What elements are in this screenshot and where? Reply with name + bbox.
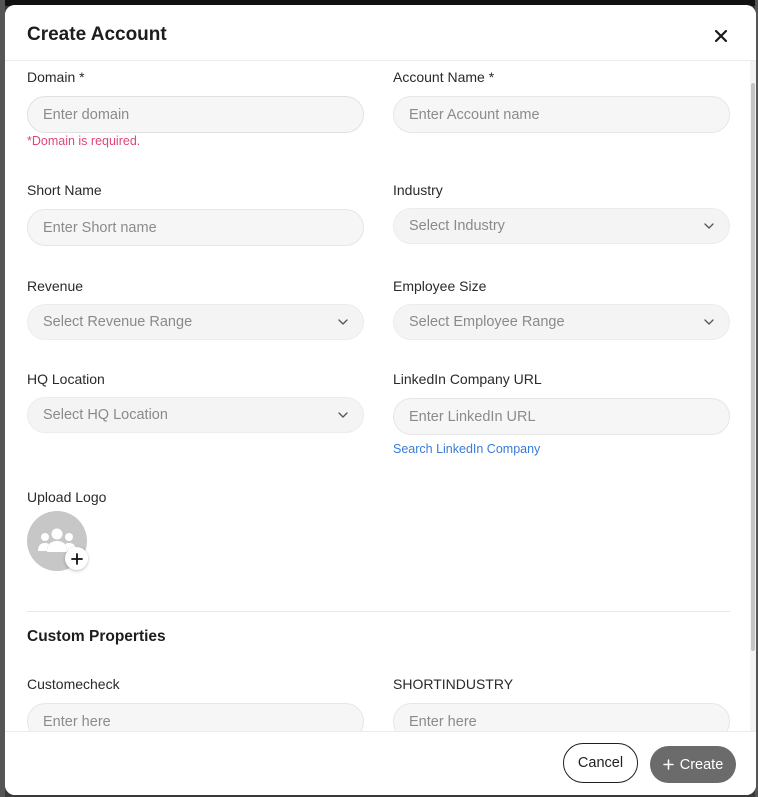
close-button[interactable]	[709, 24, 733, 48]
linkedin-url-label: LinkedIn Company URL	[393, 371, 542, 387]
chevron-down-icon	[703, 220, 715, 232]
custom-property-label: Customecheck	[27, 676, 120, 692]
custom-property-input[interactable]	[393, 703, 730, 731]
plus-icon	[662, 759, 674, 770]
domain-input[interactable]	[27, 96, 364, 133]
industry-select-value: Select Industry	[409, 218, 505, 234]
short-name-label: Short Name	[27, 182, 102, 198]
domain-error: *Domain is required.	[27, 134, 141, 148]
hq-location-select-value: Select HQ Location	[43, 407, 168, 423]
revenue-select-value: Select Revenue Range	[43, 314, 193, 330]
create-account-modal: Create Account Domain * *Domain is requi…	[5, 5, 756, 795]
employee-size-label: Employee Size	[393, 278, 487, 294]
domain-label: Domain *	[27, 69, 85, 85]
upload-logo-label: Upload Logo	[27, 489, 107, 505]
modal-footer: Cancel Create	[5, 731, 756, 795]
industry-select[interactable]: Select Industry	[393, 208, 730, 244]
employee-size-select-value: Select Employee Range	[409, 314, 565, 330]
account-name-label: Account Name *	[393, 69, 495, 85]
add-logo-button[interactable]	[65, 547, 88, 570]
industry-label: Industry	[393, 182, 443, 198]
employee-size-select[interactable]: Select Employee Range	[393, 304, 730, 340]
search-linkedin-link[interactable]: Search LinkedIn Company	[393, 442, 540, 456]
logo-upload[interactable]	[27, 511, 89, 573]
custom-property-label: SHORTINDUSTRY	[393, 676, 514, 692]
custom-property-input[interactable]	[27, 703, 364, 731]
section-divider	[27, 611, 730, 612]
custom-properties-title: Custom Properties	[27, 628, 166, 645]
modal-body[interactable]: Domain * *Domain is required. Account Na…	[5, 61, 750, 731]
chevron-down-icon	[703, 316, 715, 328]
linkedin-url-input[interactable]	[393, 398, 730, 435]
scrollbar-thumb[interactable]	[751, 83, 755, 651]
account-name-input[interactable]	[393, 96, 730, 133]
create-button-label: Create	[679, 756, 724, 773]
modal-title: Create Account	[27, 24, 167, 45]
plus-icon	[70, 552, 83, 565]
hq-location-select[interactable]: Select HQ Location	[27, 397, 364, 433]
cancel-button[interactable]: Cancel	[563, 743, 638, 783]
modal-header: Create Account	[5, 5, 756, 61]
short-name-input[interactable]	[27, 209, 364, 246]
revenue-select[interactable]: Select Revenue Range	[27, 304, 364, 340]
chevron-down-icon	[337, 409, 349, 421]
create-button[interactable]: Create	[650, 746, 736, 783]
revenue-label: Revenue	[27, 278, 84, 294]
close-icon	[714, 29, 728, 43]
hq-location-label: HQ Location	[27, 371, 105, 387]
chevron-down-icon	[337, 316, 349, 328]
